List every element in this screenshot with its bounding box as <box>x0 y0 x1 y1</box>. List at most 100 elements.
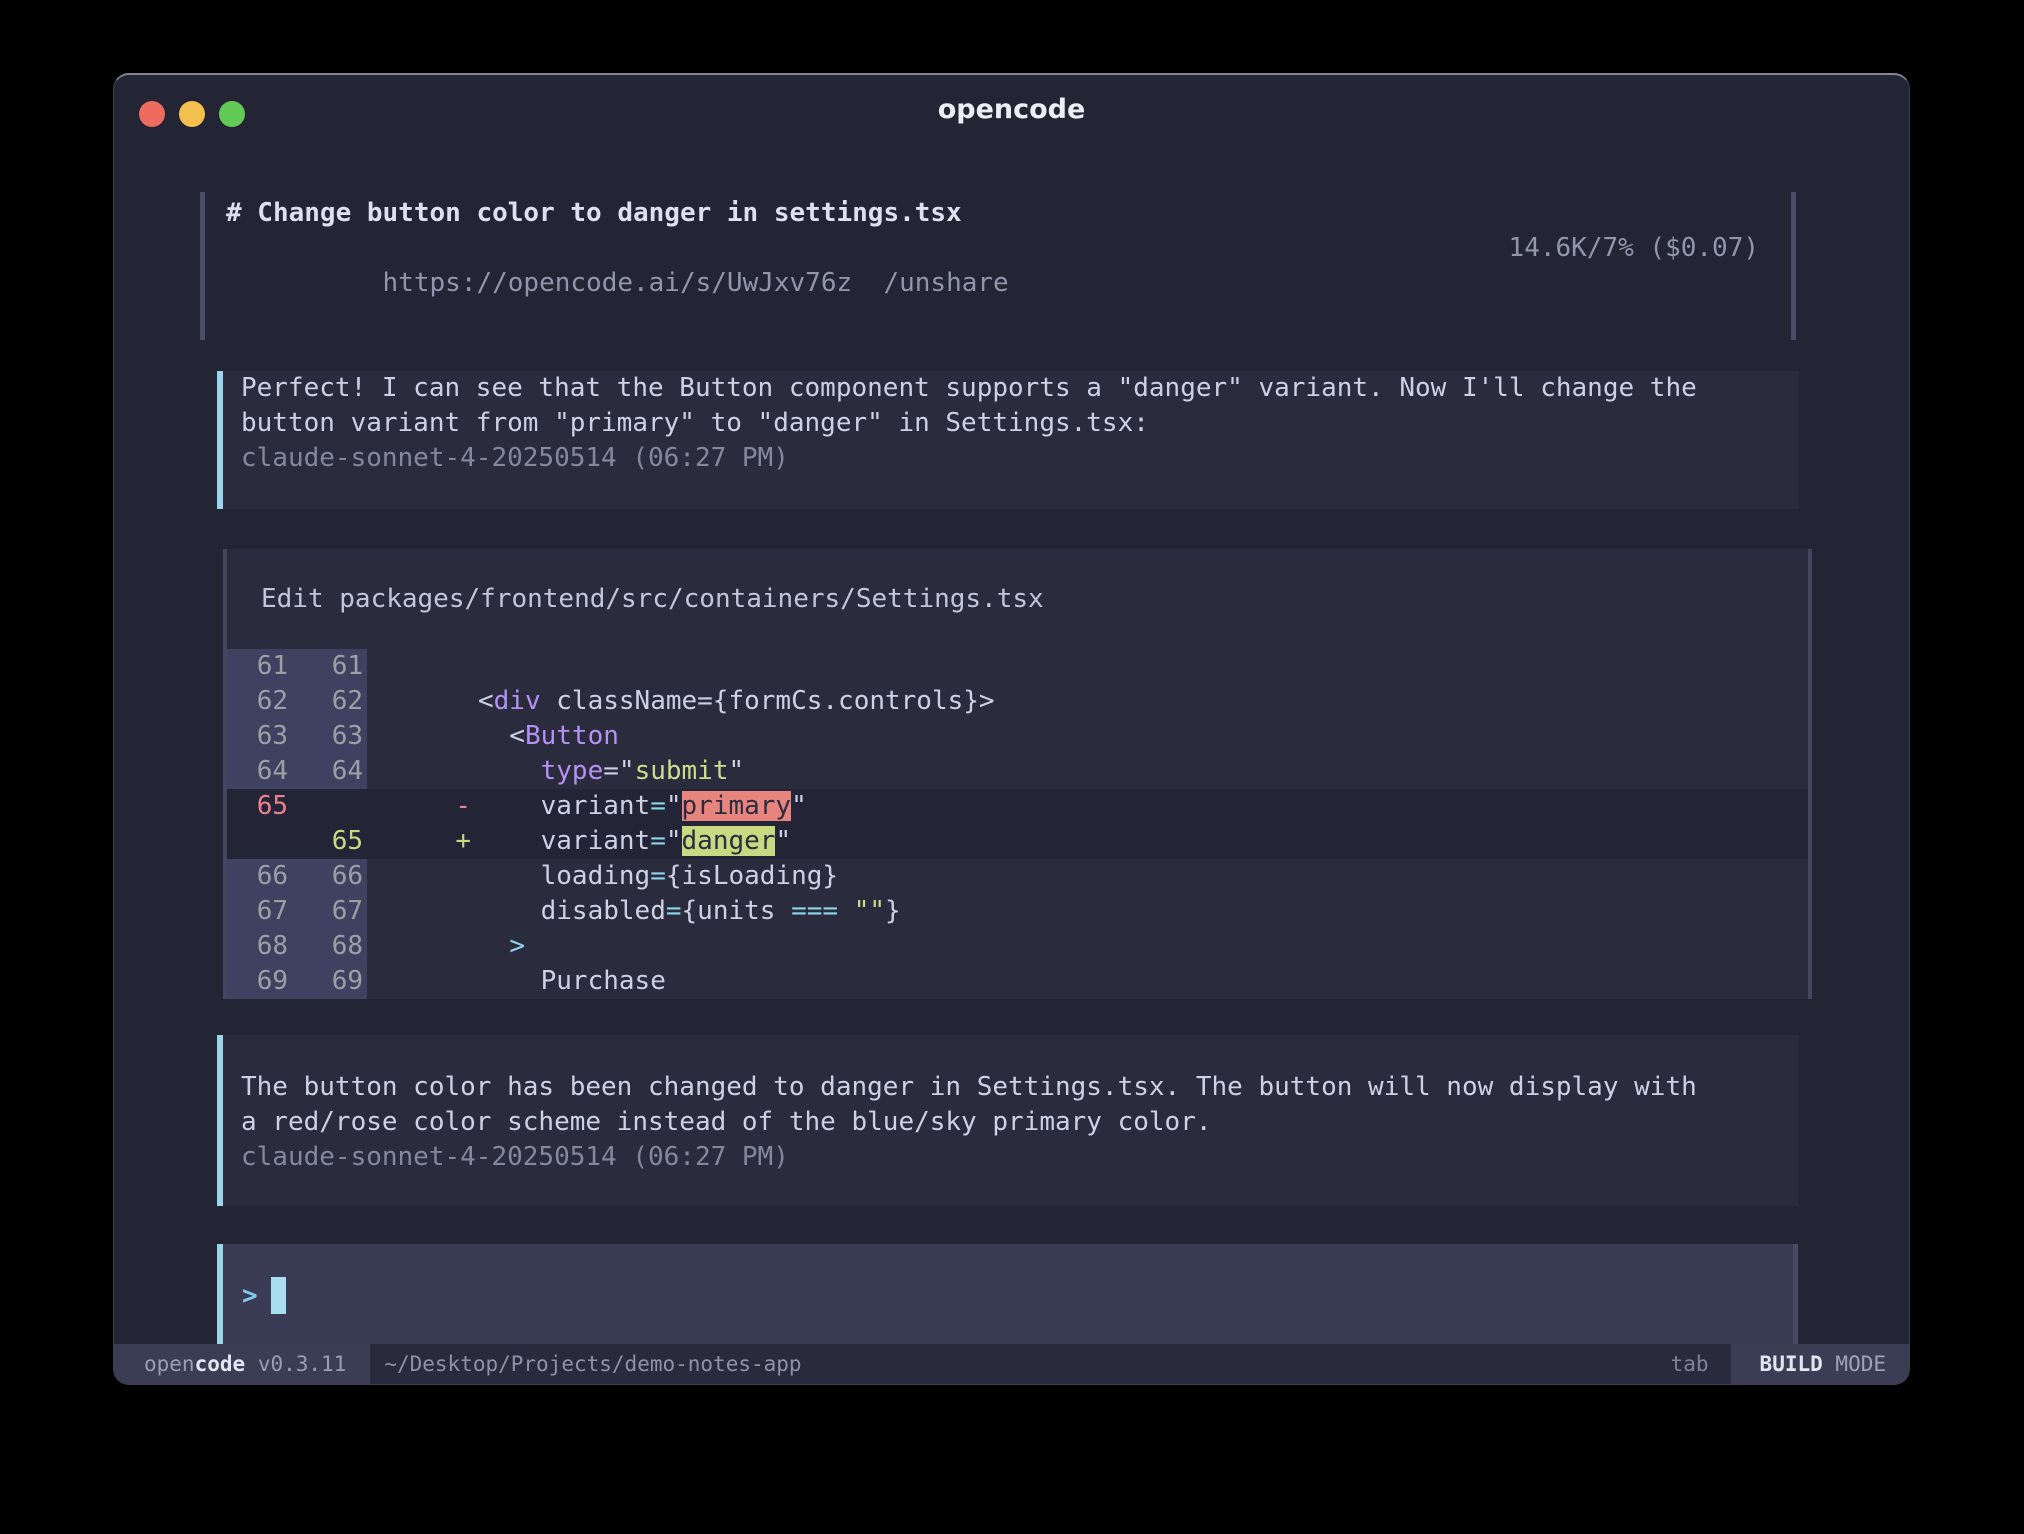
screen: opencode # Change button color to danger… <box>0 0 2024 1534</box>
code-segment <box>478 966 541 996</box>
diff-row: 6868 > <box>227 929 1808 964</box>
diff-code-line: loading={isLoading} <box>478 859 1808 894</box>
code-segment: Button <box>525 721 619 751</box>
assistant-message: Perfect! I can see that the Button compo… <box>217 371 1798 509</box>
mode-suffix: MODE <box>1835 1352 1886 1376</box>
diff-old-line-number: 63 <box>227 719 297 754</box>
app-name-open: open <box>144 1352 195 1376</box>
code-segment: variant <box>541 826 651 856</box>
code-segment <box>478 756 541 786</box>
diff-marker <box>367 684 478 719</box>
prompt-input[interactable]: > <box>217 1244 1798 1347</box>
diff-new-line-number: 62 <box>297 684 367 719</box>
edit-tool-block: Edit packages/frontend/src/containers/Se… <box>223 549 1812 999</box>
diff-new-line-number: 63 <box>297 719 367 754</box>
code-segment <box>478 791 541 821</box>
diff-view: 61616262 <div className={formCs.controls}… <box>227 649 1808 999</box>
message-text-line: button variant from "primary" to "danger… <box>241 406 1798 441</box>
diff-code-line: variant="primary" <box>478 789 1808 824</box>
diff-row: 6363 <Button <box>227 719 1808 754</box>
code-segment: submit <box>635 756 729 786</box>
assistant-message: The button color has been changed to dan… <box>217 1035 1798 1206</box>
diff-marker <box>367 754 478 789</box>
diff-code-line: <Button <box>478 719 1808 754</box>
code-segment: " <box>728 756 744 786</box>
diff-old-line-number: 69 <box>227 964 297 999</box>
code-segment: =" <box>603 756 634 786</box>
code-segment <box>478 931 509 961</box>
diff-row: 65+ variant="danger" <box>227 824 1808 859</box>
diff-old-line-number <box>227 824 297 859</box>
edit-tool-title: Edit packages/frontend/src/containers/Se… <box>227 549 1808 649</box>
minimize-button[interactable] <box>179 101 205 127</box>
unshare-command: /unshare <box>883 268 1008 298</box>
diff-new-line-number: 65 <box>297 824 367 859</box>
code-segment: disabled <box>541 896 666 926</box>
diff-row: 6161 <box>227 649 1808 684</box>
session-title: # Change button color to danger in setti… <box>226 196 1759 231</box>
diff-old-line-number: 62 <box>227 684 297 719</box>
diff-marker <box>367 859 478 894</box>
text-cursor <box>271 1277 286 1314</box>
zoom-button[interactable] <box>219 101 245 127</box>
diff-row: 6262 <div className={formCs.controls}> <box>227 684 1808 719</box>
code-segment: } <box>885 896 901 926</box>
code-segment <box>478 861 541 891</box>
code-segment: {isLoading} <box>666 861 838 891</box>
code-segment: === <box>791 896 838 926</box>
diff-marker <box>367 929 478 964</box>
diff-old-line-number: 67 <box>227 894 297 929</box>
code-segment: = <box>666 896 682 926</box>
token-stats: 14.6K/7% ($0.07) <box>1509 231 1759 336</box>
diff-new-line-number: 68 <box>297 929 367 964</box>
diff-code-line: <div className={formCs.controls}> <box>478 684 1808 719</box>
diff-marker: + <box>367 824 478 859</box>
code-segment: type <box>541 756 604 786</box>
message-text-line: The button color has been changed to dan… <box>241 1070 1798 1105</box>
working-directory: ~/Desktop/Projects/demo-notes-app <box>384 1344 801 1384</box>
diff-code-line <box>478 649 1808 684</box>
code-segment: loading <box>541 861 651 891</box>
code-segment: " <box>775 826 791 856</box>
prompt-symbol: > <box>242 1281 258 1311</box>
diff-row: 6666 loading={isLoading} <box>227 859 1808 894</box>
diff-old-line-number: 68 <box>227 929 297 964</box>
window-titlebar: opencode <box>114 75 1909 145</box>
code-segment: {units <box>682 896 792 926</box>
diff-old-line-number: 64 <box>227 754 297 789</box>
diff-new-line-number <box>297 789 367 824</box>
code-segment: = <box>650 826 666 856</box>
diff-marker <box>367 649 478 684</box>
status-bar: opencode v0.3.11 ~/Desktop/Projects/demo… <box>114 1344 1909 1384</box>
mode-name: BUILD <box>1760 1352 1823 1376</box>
diff-old-line-number: 65 <box>227 789 297 824</box>
code-segment: Purchase <box>541 966 666 996</box>
tab-key-hint[interactable]: tab <box>1671 1344 1709 1384</box>
diff-new-line-number: 66 <box>297 859 367 894</box>
code-segment: > <box>509 931 525 961</box>
diff-code-line: > <box>478 929 1808 964</box>
code-segment: "" <box>854 896 885 926</box>
code-segment: " <box>666 791 682 821</box>
diff-marker <box>367 719 478 754</box>
diff-new-line-number: 67 <box>297 894 367 929</box>
code-segment: variant <box>541 791 651 821</box>
share-url[interactable]: https://opencode.ai/s/UwJxv76z <box>383 268 853 298</box>
code-segment: danger <box>682 826 776 856</box>
diff-code-line: type="submit" <box>478 754 1808 789</box>
message-text-line: a red/rose color scheme instead of the b… <box>241 1105 1798 1140</box>
code-segment: " <box>666 826 682 856</box>
mode-chip[interactable]: BUILD MODE <box>1731 1344 1909 1384</box>
app-version-chip: opencode v0.3.11 <box>114 1344 370 1384</box>
diff-new-line-number: 61 <box>297 649 367 684</box>
code-segment: " <box>791 791 807 821</box>
code-segment: div <box>494 686 541 716</box>
close-button[interactable] <box>139 101 165 127</box>
diff-row: 65- variant="primary" <box>227 789 1808 824</box>
app-name-code: code <box>195 1352 246 1376</box>
opencode-window: opencode # Change button color to danger… <box>113 73 1910 1385</box>
model-timestamp: claude-sonnet-4-20250514 (06:27 PM) <box>241 441 1798 476</box>
diff-new-line-number: 64 <box>297 754 367 789</box>
diff-row: 6464 type="submit" <box>227 754 1808 789</box>
traffic-lights <box>139 101 245 127</box>
